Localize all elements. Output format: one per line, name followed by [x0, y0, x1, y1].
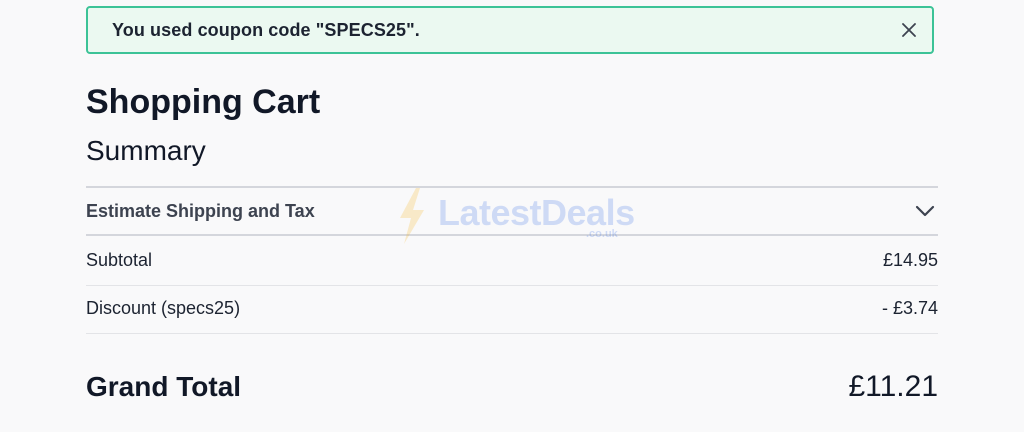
subtotal-label: Subtotal — [86, 250, 153, 270]
estimate-shipping-label: Estimate Shipping and Tax — [86, 200, 315, 221]
estimate-divider — [86, 234, 938, 236]
page-title: Shopping Cart — [86, 83, 321, 121]
grand-total-value: £11.21 — [848, 370, 938, 403]
estimate-shipping-toggle[interactable]: Estimate Shipping and Tax — [86, 188, 938, 234]
coupon-success-alert: You used coupon code "SPECS25". — [86, 6, 934, 54]
subtotal-value: £14.95 — [882, 250, 938, 270]
grand-total-row: Grand Total £11.21 — [86, 370, 938, 404]
summary-heading: Summary — [86, 135, 206, 166]
alert-message: You used coupon code "SPECS25". — [112, 19, 420, 40]
row-divider — [86, 285, 938, 286]
subtotal-row: Subtotal £14.95 — [86, 250, 938, 271]
discount-value: - £3.74 — [881, 298, 938, 318]
chevron-down-icon — [914, 200, 936, 222]
close-icon[interactable] — [900, 21, 918, 39]
discount-label: Discount (specs25) — [86, 298, 241, 318]
row-divider — [86, 333, 938, 334]
grand-total-label: Grand Total — [86, 371, 242, 402]
shopping-cart-page: You used coupon code "SPECS25". Shopping… — [0, 0, 1024, 432]
discount-row: Discount (specs25) - £3.74 — [86, 298, 938, 319]
